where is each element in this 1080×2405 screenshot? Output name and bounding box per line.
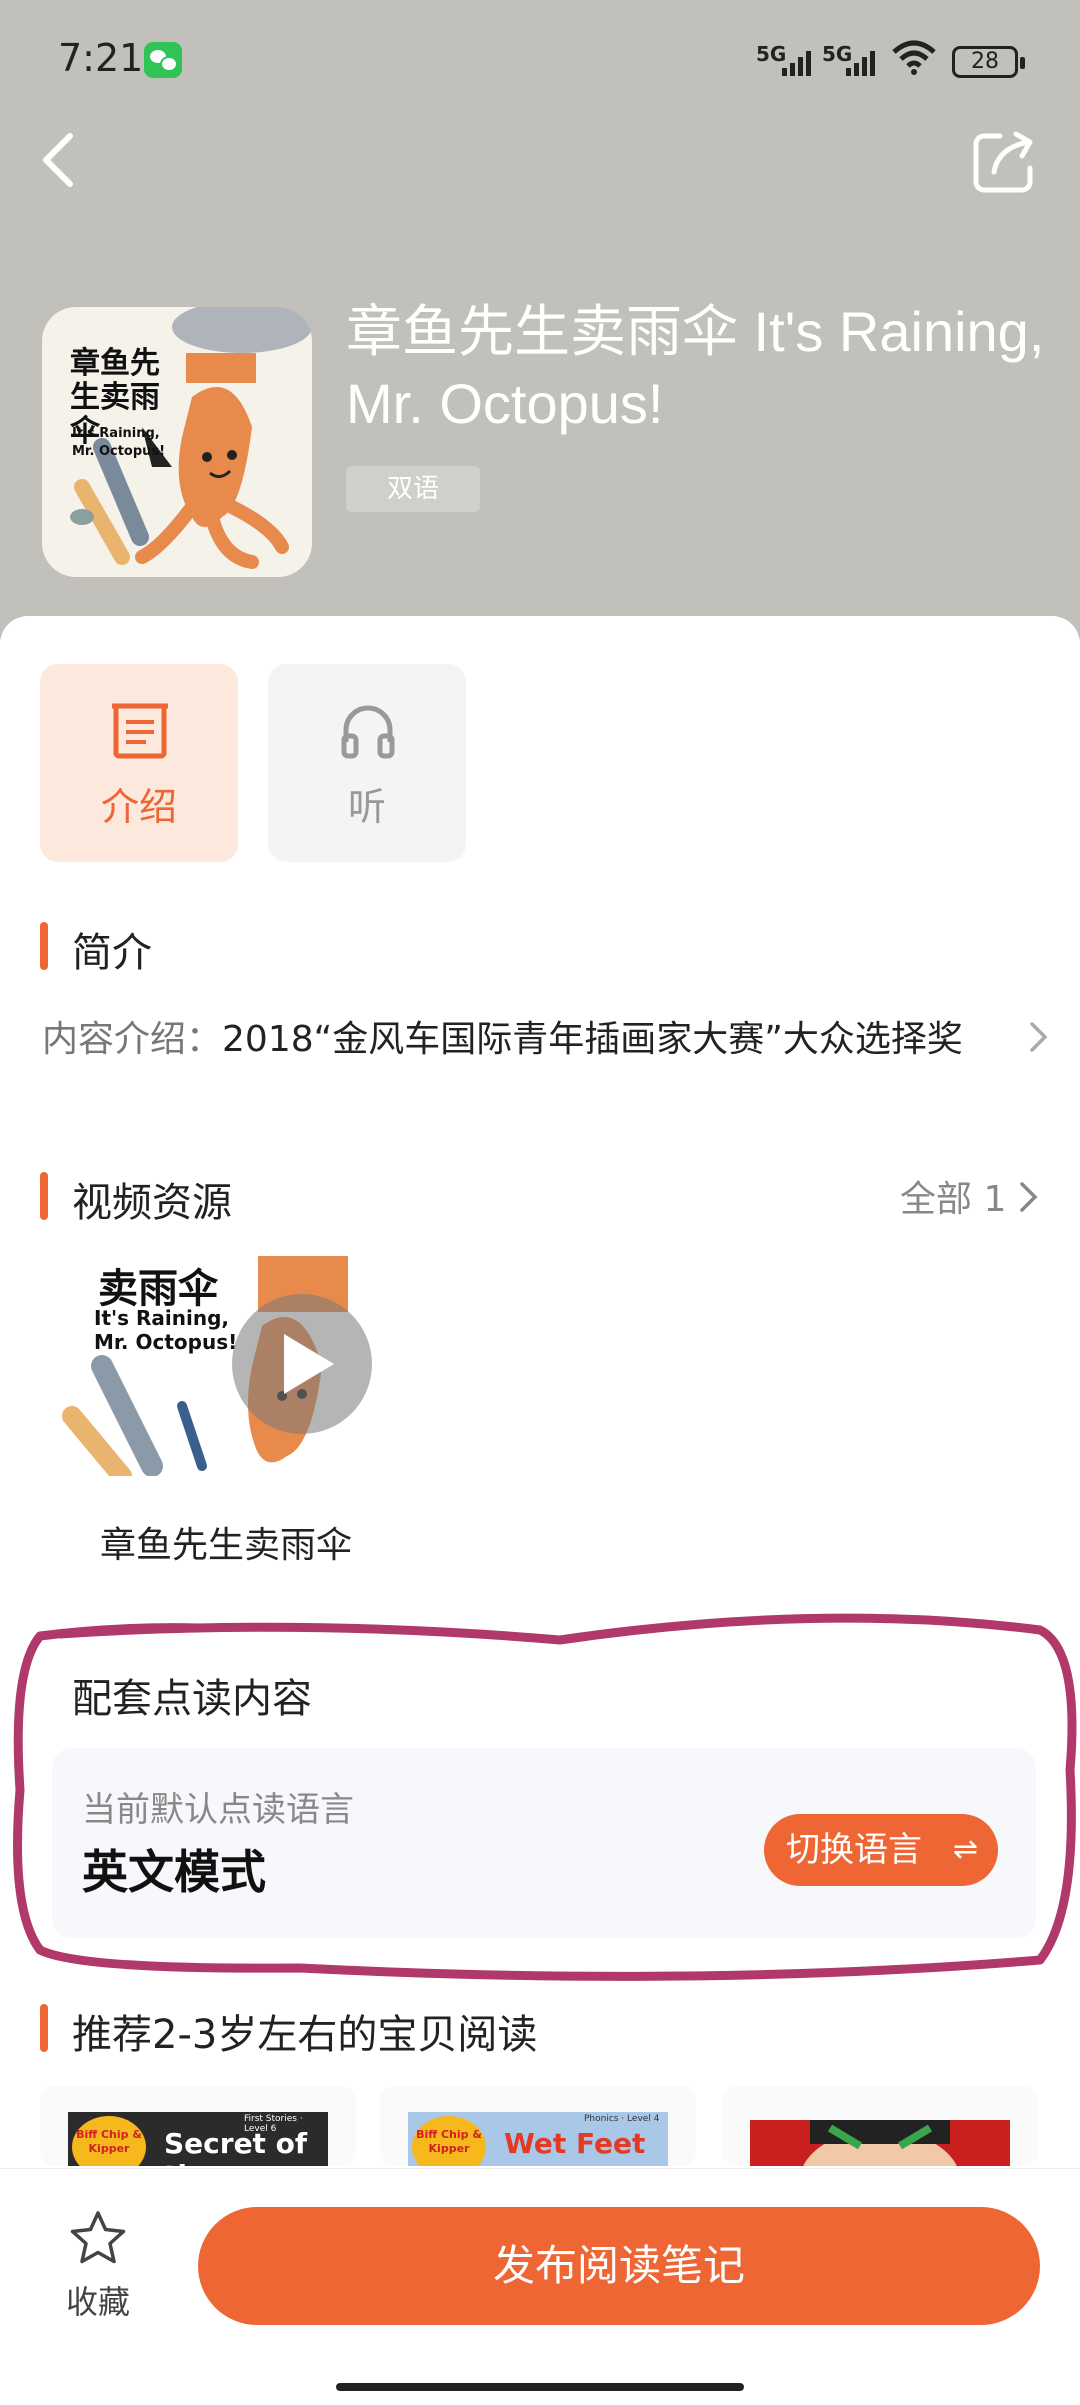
- tab-listen[interactable]: 听: [268, 664, 466, 862]
- language-mode: 英文模式: [82, 1845, 266, 1899]
- headphones-icon: [341, 705, 395, 759]
- status-bar: 7:21 5G 5G 28: [0, 0, 1080, 120]
- switch-language-button[interactable]: 切换语言 ⇌: [764, 1814, 998, 1886]
- book-cover-image: 章鱼先生卖雨伞 It's Raining, Mr. Octopus!: [42, 307, 312, 577]
- video-thumbnail[interactable]: 卖雨伞 It's Raining, Mr. Octopus!: [62, 1256, 412, 1476]
- back-arrow-icon[interactable]: [36, 128, 80, 192]
- recommend-book-3[interactable]: [722, 2086, 1038, 2166]
- book-title-2: Wet Feet: [504, 2127, 646, 2160]
- book-cover-2: Biff Chip & Kipper Phonics · Level 4 Wet…: [408, 2112, 668, 2166]
- intro-chevron-right-icon[interactable]: [1028, 1020, 1050, 1054]
- swap-icon: ⇌: [952, 1832, 978, 1867]
- video-section-marker: [40, 1172, 48, 1220]
- book-3-illustration: [803, 2120, 957, 2166]
- video-section-title: 视频资源: [72, 1180, 232, 1226]
- signal-bars-2-icon: [846, 50, 875, 76]
- book-series-badge-2: Biff Chip & Kipper: [412, 2116, 486, 2166]
- signal-bars-1-icon: [782, 50, 811, 76]
- intro-label: 内容介绍：: [42, 1019, 223, 1060]
- tab-intro[interactable]: 介绍: [40, 664, 238, 862]
- star-icon: [70, 2211, 126, 2264]
- publish-note-button[interactable]: 发布阅读笔记: [198, 2207, 1040, 2325]
- intro-section-marker: [40, 922, 48, 970]
- read-point-section-title: 配套点读内容: [72, 1676, 312, 1722]
- intro-section-title: 简介: [72, 930, 152, 976]
- recommend-section-title: 推荐2-3岁左右的宝贝阅读: [72, 2012, 538, 2058]
- home-indicator: [336, 2383, 744, 2391]
- language-tag: 双语: [346, 466, 480, 512]
- tab-listen-label: 听: [347, 785, 386, 829]
- document-icon: [112, 703, 168, 759]
- switch-language-label: 切换语言: [786, 1830, 922, 1870]
- intro-summary[interactable]: 内容介绍：2018“金风车国际青年插画家大赛”大众选择奖: [42, 1010, 963, 1062]
- book-title-1: Secret of the: [164, 2127, 308, 2167]
- recommend-section-marker: [40, 2004, 48, 2052]
- video-all-link[interactable]: 全部 1: [900, 1170, 1006, 1222]
- book-series-badge-1: Biff Chip & Kipper: [72, 2116, 146, 2166]
- recommend-list: Biff Chip & Kipper First Stories · Level…: [40, 2086, 1080, 2166]
- bottom-action-bar: 收藏 发布阅读笔记: [0, 2168, 1080, 2405]
- book-cover-1: Biff Chip & Kipper First Stories · Level…: [68, 2112, 328, 2166]
- cover-title-en: It's Raining, Mr. Octopus!: [72, 426, 166, 459]
- favorite-button[interactable]: 收藏: [58, 2209, 138, 2323]
- language-card: 当前默认点读语言 英文模式 切换语言 ⇌: [52, 1748, 1036, 1938]
- intro-text: 2018“金风车国际青年插画家大赛”大众选择奖: [222, 1019, 963, 1060]
- play-icon[interactable]: [232, 1294, 372, 1434]
- status-time: 7:21: [58, 36, 144, 80]
- favorite-label: 收藏: [65, 2283, 130, 2321]
- video-chevron-right-icon[interactable]: [1018, 1180, 1040, 1214]
- wifi-icon: [892, 40, 936, 75]
- wechat-notification-icon: [144, 42, 182, 78]
- recommend-book-2[interactable]: Biff Chip & Kipper Phonics · Level 4 Wet…: [380, 2086, 696, 2166]
- tab-intro-label: 介绍: [100, 785, 177, 829]
- battery-indicator: 28: [952, 46, 1025, 78]
- book-level-2: Phonics · Level 4: [584, 2114, 660, 2124]
- book-title: 章鱼先生卖雨伞 It's Raining, Mr. Octopus!: [346, 300, 1045, 435]
- share-icon[interactable]: [970, 128, 1038, 196]
- video-thumb-title-en: It's Raining, Mr. Octopus!: [94, 1306, 238, 1354]
- video-caption: 章鱼先生卖雨伞: [100, 1525, 353, 1566]
- recommend-book-1[interactable]: Biff Chip & Kipper First Stories · Level…: [40, 2086, 356, 2166]
- book-cover-3: [750, 2120, 1010, 2166]
- language-subtitle: 当前默认点读语言: [82, 1790, 354, 1830]
